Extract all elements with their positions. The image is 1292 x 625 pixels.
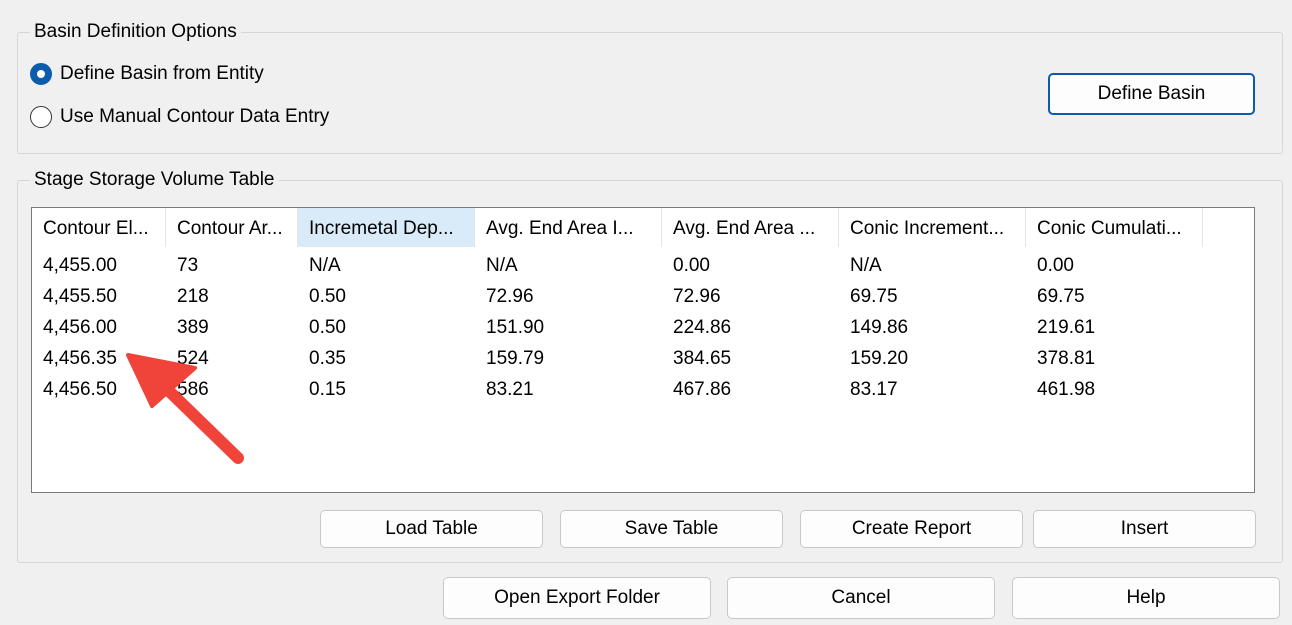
basin-definition-title: Basin Definition Options — [30, 21, 241, 43]
table-cell: 4,456.50 — [43, 379, 117, 400]
table-cell: 384.65 — [673, 348, 732, 369]
table-cell: 0.50 — [309, 286, 346, 307]
table-cell: N/A — [486, 255, 518, 276]
table-row[interactable]: 4,456.35 524 0.35 159.79 384.65 159.20 3… — [32, 343, 1254, 374]
table-cell: 586 — [177, 379, 209, 400]
column-header-conic-cumulative[interactable]: Conic Cumulati... — [1026, 208, 1203, 247]
column-header-contour-elevation[interactable]: Contour El... — [32, 208, 166, 247]
table-cell: N/A — [309, 255, 341, 276]
table-cell: 378.81 — [1037, 348, 1096, 369]
open-export-folder-button[interactable]: Open Export Folder — [443, 577, 711, 619]
table-cell: 83.21 — [486, 379, 534, 400]
column-header-avg-end-area-incremental[interactable]: Avg. End Area I... — [475, 208, 662, 247]
table-cell: 0.15 — [309, 379, 346, 400]
table-cell: 69.75 — [850, 286, 898, 307]
table-row[interactable]: 4,455.50 218 0.50 72.96 72.96 69.75 69.7… — [32, 281, 1254, 312]
table-cell: 72.96 — [486, 286, 534, 307]
column-header-incremental-depth[interactable]: Incremetal Dep... — [298, 208, 475, 247]
table-cell: 461.98 — [1037, 379, 1096, 400]
save-table-button[interactable]: Save Table — [560, 510, 783, 548]
insert-button[interactable]: Insert — [1033, 510, 1256, 548]
define-from-entity-radio[interactable]: Define Basin from Entity — [30, 63, 264, 85]
stage-storage-title: Stage Storage Volume Table — [30, 169, 279, 191]
table-cell: 4,456.35 — [43, 348, 117, 369]
table-cell: 4,456.00 — [43, 317, 117, 338]
table-cell: 389 — [177, 317, 209, 338]
create-report-button[interactable]: Create Report — [800, 510, 1023, 548]
radio-unselected-icon — [30, 106, 52, 128]
table-cell: 524 — [177, 348, 209, 369]
manual-contour-label: Use Manual Contour Data Entry — [60, 106, 330, 127]
table-row[interactable]: 4,456.00 389 0.50 151.90 224.86 149.86 2… — [32, 312, 1254, 343]
table-row[interactable]: 4,455.00 73 N/A N/A 0.00 N/A 0.00 — [32, 250, 1254, 281]
table-cell: 467.86 — [673, 379, 732, 400]
column-header-contour-area[interactable]: Contour Ar... — [166, 208, 298, 247]
table-cell: 159.20 — [850, 348, 909, 369]
table-cell: 219.61 — [1037, 317, 1096, 338]
table-cell: N/A — [850, 255, 882, 276]
define-from-entity-label: Define Basin from Entity — [60, 63, 264, 84]
column-header-conic-incremental[interactable]: Conic Increment... — [839, 208, 1026, 247]
cancel-button[interactable]: Cancel — [727, 577, 995, 619]
table-cell: 4,455.50 — [43, 286, 117, 307]
table-cell: 72.96 — [673, 286, 721, 307]
table-cell: 0.00 — [673, 255, 710, 276]
load-table-button[interactable]: Load Table — [320, 510, 543, 548]
table-cell: 149.86 — [850, 317, 909, 338]
manual-contour-radio[interactable]: Use Manual Contour Data Entry — [30, 106, 329, 128]
stage-storage-table[interactable]: Contour El... Contour Ar... Incremetal D… — [31, 207, 1255, 493]
define-basin-button[interactable]: Define Basin — [1048, 73, 1255, 115]
table-cell: 218 — [177, 286, 209, 307]
table-cell: 69.75 — [1037, 286, 1085, 307]
table-cell: 0.50 — [309, 317, 346, 338]
table-cell: 151.90 — [486, 317, 545, 338]
table-cell: 0.00 — [1037, 255, 1074, 276]
table-cell: 83.17 — [850, 379, 898, 400]
table-cell: 4,455.00 — [43, 255, 117, 276]
radio-selected-icon — [30, 63, 52, 85]
column-header-avg-end-area-cumulative[interactable]: Avg. End Area ... — [662, 208, 839, 247]
table-cell: 0.35 — [309, 348, 346, 369]
table-cell: 159.79 — [486, 348, 545, 369]
table-cell: 224.86 — [673, 317, 732, 338]
table-header: Contour El... Contour Ar... Incremetal D… — [32, 208, 1254, 247]
table-row[interactable]: 4,456.50 586 0.15 83.21 467.86 83.17 461… — [32, 374, 1254, 405]
help-button[interactable]: Help — [1012, 577, 1280, 619]
table-cell: 73 — [177, 255, 199, 276]
